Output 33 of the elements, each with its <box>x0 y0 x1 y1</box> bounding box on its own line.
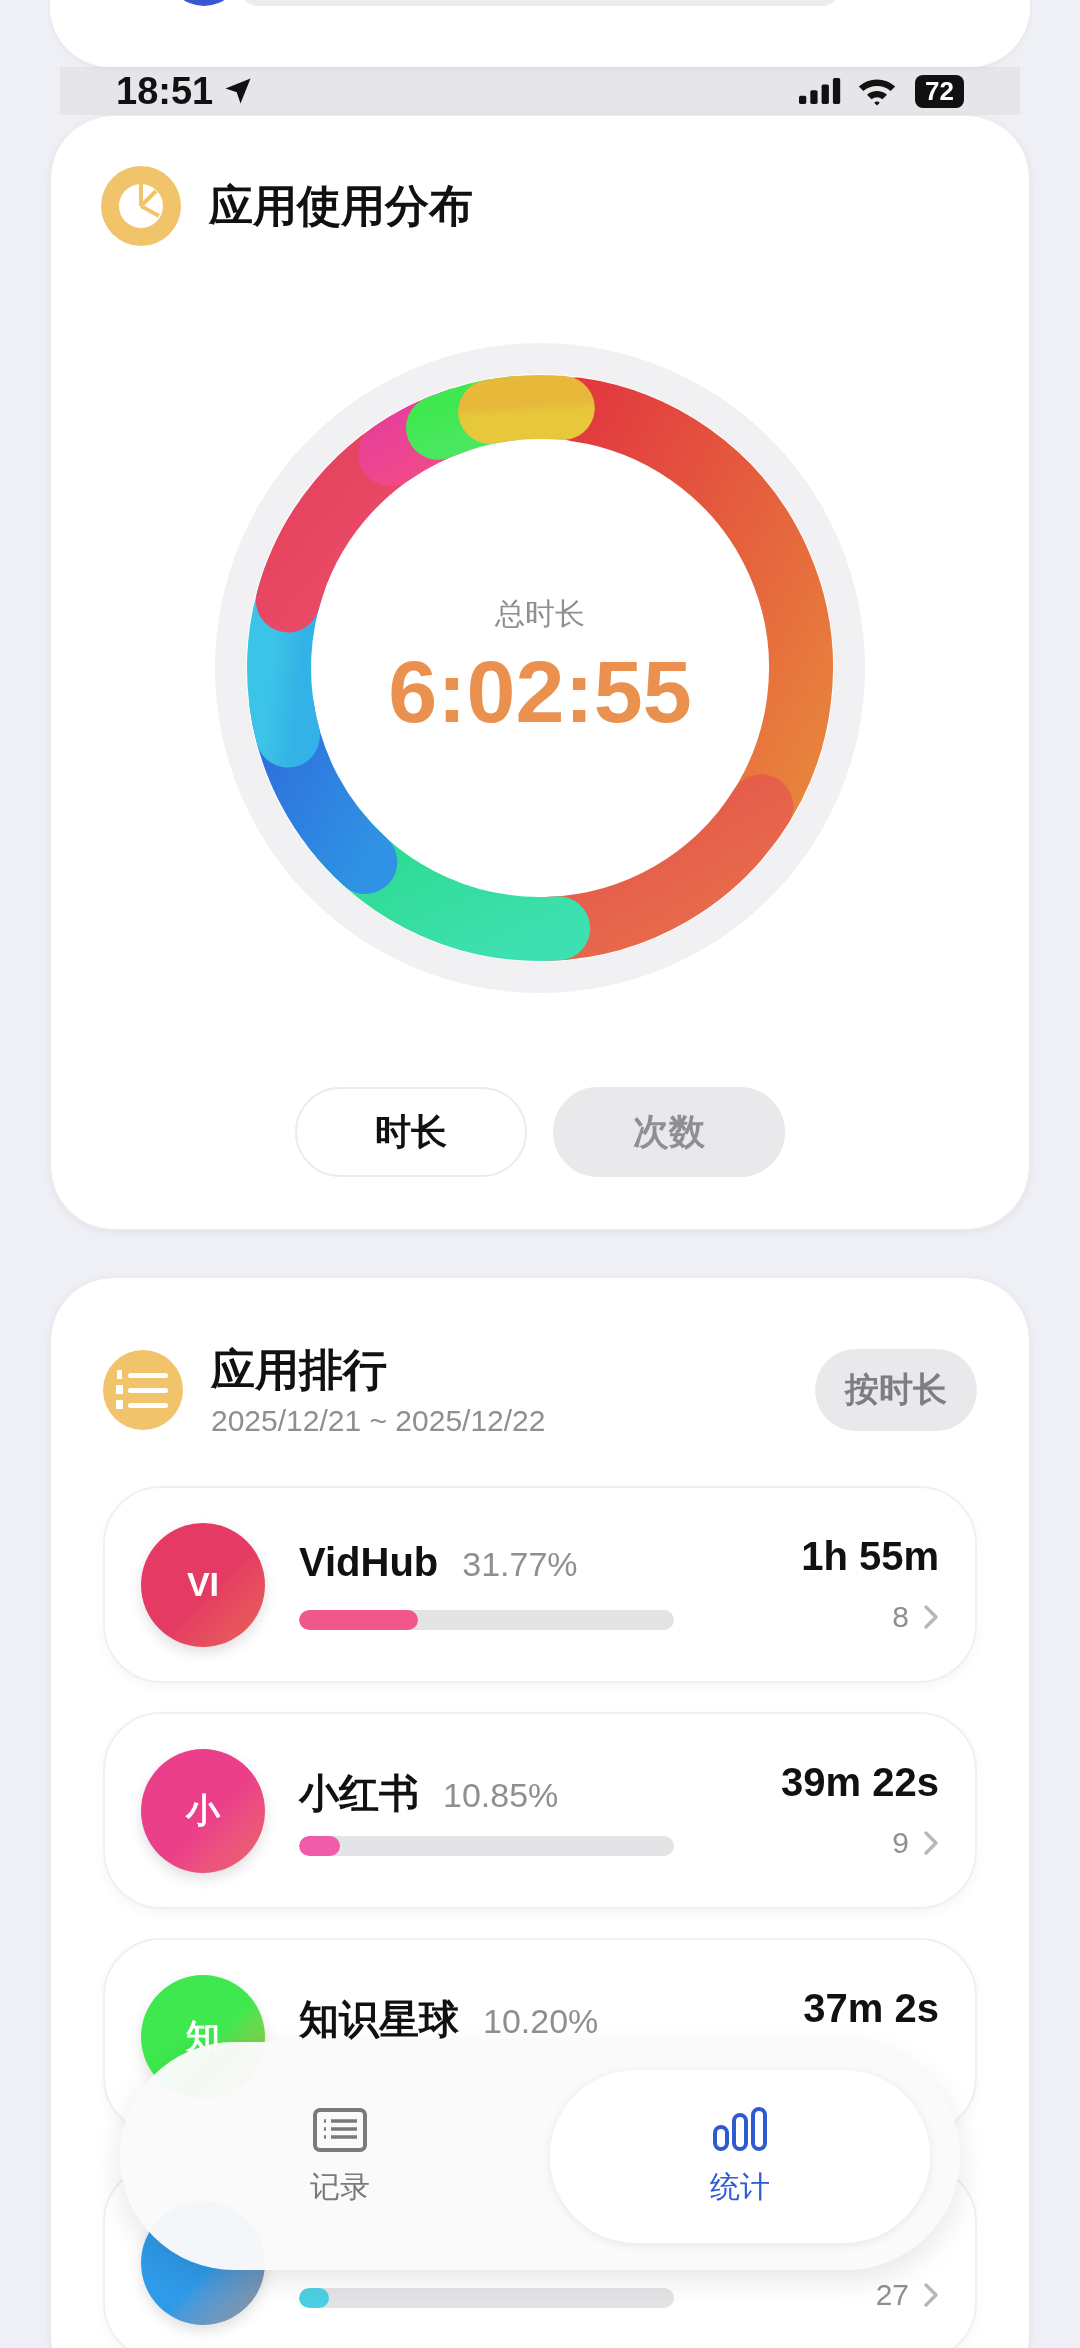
app-duration: 1h 55m <box>801 1534 939 1579</box>
numbered-list-icon <box>103 1349 183 1430</box>
tab-item[interactable]: 统计 <box>550 2069 930 2243</box>
app-name: 知识星球 <box>299 1995 459 2043</box>
signal-icon <box>799 77 842 105</box>
app-percent: 31.77% <box>462 1544 578 1584</box>
chevron-right-icon <box>923 2281 939 2308</box>
card-title: 应用排行 <box>211 1344 388 1396</box>
card-title: 应用使用分布 <box>209 179 473 232</box>
app-name: VidHub <box>299 1539 439 1585</box>
app-duration: 37m 2s <box>803 1986 939 2031</box>
chevron-right-icon <box>923 1603 939 1630</box>
app-name: 小红书 <box>299 1769 419 1817</box>
open-count: 27 <box>875 2277 909 2312</box>
status-time: 18:51 <box>116 69 214 113</box>
app-row[interactable]: 小 小红书 10.85% 39m 22s 9 <box>103 1712 977 1909</box>
date-range: 2025/12/21 ~ 2025/12/22 <box>211 1404 547 1438</box>
open-count: 9 <box>892 1825 909 1860</box>
total-label: 总时长 <box>495 595 585 632</box>
pie-chart-icon <box>101 166 181 246</box>
avatar-initial: 知 <box>186 2015 220 2057</box>
app-duration: 39m 22s <box>781 1760 939 1805</box>
toggle-tab[interactable]: 时长 <box>295 1087 527 1177</box>
app-row[interactable]: VI VidHub 31.77% 1h 55m 8 <box>103 1486 977 1683</box>
app-percent: 10.85% <box>443 1775 559 1815</box>
chevron-right-icon <box>923 1829 939 1856</box>
app-percent: 10.20% <box>483 2001 599 2041</box>
open-count: 8 <box>892 1599 909 1634</box>
total-duration: 6:02:55 <box>388 640 692 743</box>
avatar-initial: 小 <box>186 1789 220 1831</box>
bar-chart-icon <box>712 2104 768 2153</box>
avatar-initial: VI <box>186 1565 220 1604</box>
battery-indicator: 72 <box>915 74 964 108</box>
